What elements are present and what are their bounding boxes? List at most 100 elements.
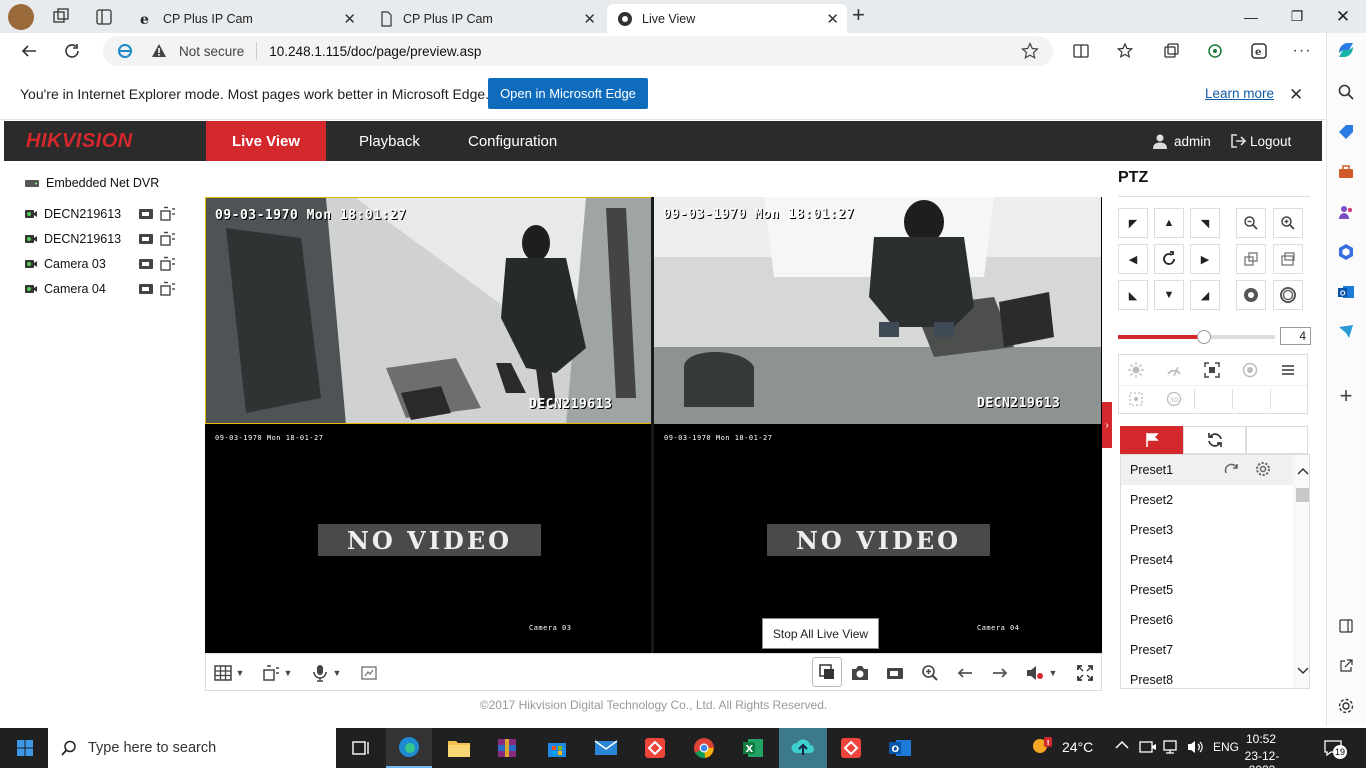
ptz-speed-value[interactable]: 4 [1280, 327, 1311, 345]
anydesk-icon[interactable] [632, 728, 678, 768]
ptz-auto-scan-button[interactable] [1154, 244, 1184, 274]
external-link-icon[interactable] [1335, 655, 1357, 677]
new-tab-icon[interactable]: + [852, 4, 874, 27]
copilot-icon[interactable] [1335, 39, 1357, 61]
scroll-up-icon[interactable] [1297, 467, 1309, 475]
more-menu-icon[interactable]: ··· [1287, 37, 1317, 65]
mail-icon[interactable] [583, 728, 629, 768]
network-icon[interactable] [1163, 739, 1181, 755]
url-text[interactable]: 10.248.1.115/doc/page/preview.asp [269, 44, 481, 59]
preset-item[interactable]: Preset2 [1130, 485, 1300, 515]
nav-live-view[interactable]: Live View [206, 121, 326, 161]
auxiliary-focus-icon[interactable] [1203, 361, 1221, 379]
outlook-icon[interactable]: O [877, 728, 923, 768]
open-in-edge-button[interactable]: Open in Microsoft Edge [488, 78, 648, 109]
device-root[interactable]: Embedded Net DVR [24, 173, 159, 193]
ptz-up-left-button[interactable]: ◤ [1118, 208, 1148, 238]
ptz-speed-knob[interactable] [1197, 330, 1212, 344]
fullscreen-icon[interactable] [1074, 662, 1096, 684]
preset-item[interactable]: Preset6 [1130, 605, 1300, 635]
collections-icon[interactable] [1156, 37, 1186, 65]
office-icon[interactable] [1335, 241, 1357, 263]
ptz-speed-slider[interactable] [1118, 330, 1275, 344]
tab-pattern[interactable] [1246, 426, 1308, 454]
edge-taskbar-icon[interactable] [386, 728, 432, 768]
sidebar-toggle-icon[interactable] [1335, 615, 1357, 637]
tab-actions-icon[interactable] [93, 6, 115, 28]
shopping-tag-icon[interactable] [1335, 121, 1357, 143]
refresh-icon[interactable] [57, 37, 87, 65]
ie-reload-icon[interactable]: e [1244, 37, 1274, 65]
close-window-icon[interactable]: ✕ [1320, 0, 1366, 33]
address-bar[interactable]: Not secure 10.248.1.115/doc/page/preview… [103, 36, 1053, 66]
back-icon[interactable] [14, 37, 44, 65]
scroll-down-icon[interactable] [1297, 667, 1309, 675]
light-icon[interactable] [1127, 361, 1145, 379]
zoom-in-icon[interactable] [1273, 208, 1303, 238]
lens-init-icon[interactable] [1241, 361, 1259, 379]
nav-configuration[interactable]: Configuration [468, 121, 557, 161]
iris-open-icon[interactable] [1236, 280, 1266, 310]
learn-more-link[interactable]: Learn more [1205, 86, 1274, 101]
channel-item[interactable]: DECN219613 [24, 229, 176, 249]
logout-link[interactable]: Logout [1250, 121, 1291, 161]
outlook-icon[interactable]: O [1335, 281, 1357, 303]
call-preset-icon[interactable] [1224, 462, 1240, 478]
stream-type-icon[interactable] [160, 281, 176, 297]
close-infobar-icon[interactable]: ✕ [1289, 85, 1303, 105]
browser-tab[interactable]: e CP Plus IP Cam ✕ [128, 4, 364, 33]
workspaces-icon[interactable] [50, 6, 72, 28]
clock-date[interactable]: 23-12-2023 [1232, 749, 1292, 768]
profile-avatar[interactable] [8, 4, 34, 30]
weather-temp[interactable]: 24°C [1062, 739, 1093, 755]
excel-icon[interactable]: X [730, 728, 776, 768]
favorite-star-icon[interactable] [1021, 42, 1039, 60]
chevron-down-icon[interactable]: ▼ [233, 662, 247, 684]
close-tab-icon[interactable]: ✕ [343, 10, 356, 28]
manual-tracking-icon[interactable] [1127, 390, 1145, 408]
close-tab-icon[interactable]: ✕ [826, 10, 839, 28]
zoom-in-icon[interactable] [919, 662, 941, 684]
menu-lines-icon[interactable] [1279, 361, 1297, 379]
mute-audio-icon[interactable] [1024, 662, 1046, 684]
volume-icon[interactable] [1187, 739, 1205, 755]
ptz-down-right-button[interactable]: ◢ [1190, 280, 1220, 310]
channel-item[interactable]: Camera 03 [24, 254, 176, 274]
split-screen-icon[interactable] [1066, 37, 1096, 65]
window-layout-icon[interactable] [212, 662, 234, 684]
iris-close-icon[interactable] [1273, 280, 1303, 310]
preset-item[interactable]: Preset1 [1130, 455, 1300, 485]
stream-type-icon[interactable] [160, 231, 176, 247]
start-recording-icon[interactable] [138, 257, 154, 271]
show-hidden-icons-chevron[interactable] [1115, 740, 1129, 750]
notification-center-icon[interactable]: 19 [1323, 739, 1347, 759]
wiper-icon[interactable] [1165, 361, 1183, 379]
weather-icon[interactable]: ! [1030, 736, 1054, 760]
tab-patrols[interactable] [1183, 426, 1246, 454]
digital-zoom-icon[interactable] [358, 662, 380, 684]
winrar-icon[interactable] [484, 728, 530, 768]
add-icon[interactable]: + [1335, 383, 1357, 408]
tools-icon[interactable] [1335, 161, 1357, 183]
favorites-icon[interactable] [1111, 37, 1141, 65]
capture-camera-icon[interactable] [849, 662, 871, 684]
channel-item[interactable]: DECN219613 [24, 204, 176, 224]
preset-item[interactable]: Preset5 [1130, 575, 1300, 605]
ptz-left-button[interactable]: ◀ [1118, 244, 1148, 274]
preset-item[interactable]: Preset7 [1130, 635, 1300, 665]
chevron-down-icon[interactable]: ▼ [1046, 662, 1060, 684]
security-label[interactable]: Not secure [179, 44, 244, 59]
anydesk-icon[interactable] [828, 728, 874, 768]
clock-time[interactable]: 10:52 [1236, 732, 1286, 746]
upload-app-icon[interactable] [779, 728, 827, 768]
scroll-thumb[interactable] [1296, 488, 1309, 502]
people-icon[interactable] [1335, 201, 1357, 223]
set-preset-gear-icon[interactable] [1255, 461, 1271, 477]
task-view-icon[interactable] [338, 728, 384, 768]
browser-tab[interactable]: CP Plus IP Cam ✕ [368, 4, 604, 33]
preset-item[interactable]: Preset8 [1130, 665, 1300, 688]
ptz-up-button[interactable]: ▲ [1154, 208, 1184, 238]
video-pane-1[interactable]: 09-03-1970 Mon 18:01:27 DECN219613 [205, 197, 652, 424]
minimize-icon[interactable]: — [1228, 0, 1274, 33]
ptz-down-button[interactable]: ▼ [1154, 280, 1184, 310]
